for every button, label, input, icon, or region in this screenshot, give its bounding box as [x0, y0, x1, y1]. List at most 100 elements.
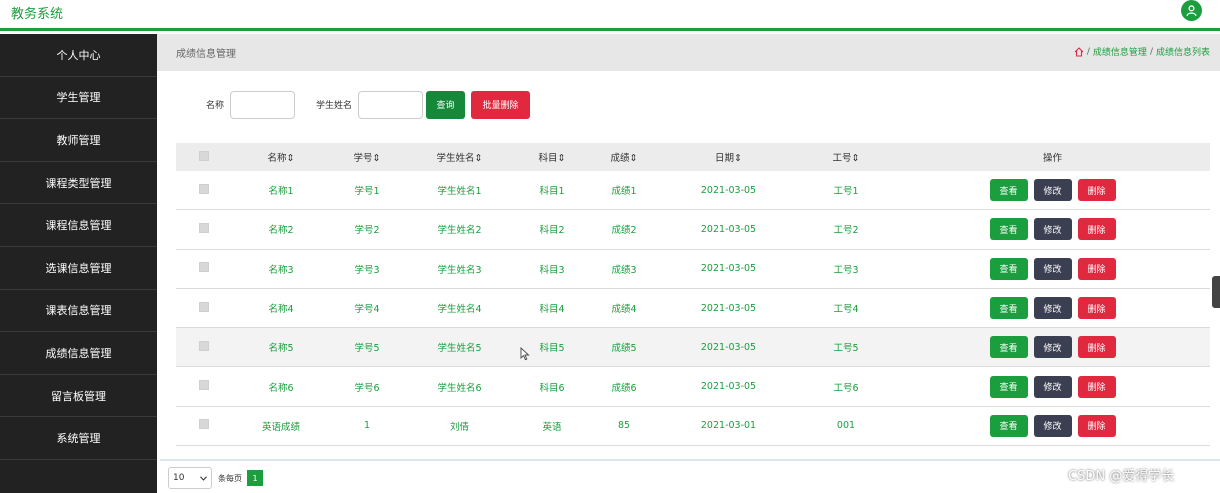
cell-date: 2021-03-05	[700, 263, 757, 275]
delete-button[interactable]: 删除	[1077, 179, 1116, 202]
sidebar-item-message-board[interactable]: 留言板管理	[0, 375, 157, 418]
cell-date: 2021-03-05	[700, 341, 757, 353]
user-icon	[1186, 5, 1197, 17]
cell-subject: 英语	[542, 421, 562, 433]
avatar[interactable]	[1181, 0, 1202, 21]
cell-score: 成绩1	[611, 186, 637, 198]
column-header-student-name[interactable]: 学生姓名⇕	[403, 150, 516, 164]
cell-student-id: 1	[363, 420, 371, 432]
breadcrumb-separator: /	[1086, 46, 1090, 57]
batch-delete-button[interactable]: 批量删除	[471, 90, 531, 119]
cell-subject: 科目3	[539, 264, 565, 276]
table-row: 名称3 学号3 学生姓名3 科目3 成绩3 2021-03-05 工号3 查看 …	[176, 249, 1210, 289]
sidebar-item-label: 课程类型管理	[45, 176, 112, 190]
row-checkbox[interactable]	[198, 340, 209, 351]
table-row: 名称1 学号1 学生姓名1 科目1 成绩1 2021-03-05 工号1 查看 …	[176, 171, 1210, 211]
sidebar-item-course-selection[interactable]: 选课信息管理	[0, 247, 157, 290]
cell-score: 成绩3	[611, 264, 637, 276]
sidebar-item-teachers[interactable]: 教师管理	[0, 119, 157, 162]
delete-button[interactable]: 删除	[1077, 375, 1116, 398]
breadcrumb-item-grades[interactable]: 成绩信息管理	[1093, 45, 1147, 58]
column-header-actions: 操作	[1042, 153, 1062, 164]
cell-student-id: 学号3	[354, 264, 380, 276]
table-row: 名称6 学号6 学生姓名6 科目6 成绩6 2021-03-05 工号6 查看 …	[176, 367, 1210, 407]
sidebar-item-timetable[interactable]: 课表信息管理	[0, 290, 157, 333]
cell-student-id: 学号5	[354, 343, 380, 355]
delete-button[interactable]: 删除	[1077, 414, 1116, 437]
cell-subject: 科目6	[539, 382, 565, 394]
edit-button[interactable]: 修改	[1033, 375, 1072, 398]
select-all-checkbox[interactable]	[198, 150, 209, 161]
name-label: 名称	[206, 101, 225, 111]
sidebar-item-label: 教师管理	[56, 133, 101, 147]
sidebar-item-personal-center[interactable]: 个人中心	[0, 34, 157, 77]
side-drawer-handle[interactable]	[1212, 276, 1220, 308]
sidebar-item-students[interactable]: 学生管理	[0, 77, 157, 120]
row-checkbox[interactable]	[198, 222, 209, 233]
cell-name: 英语成绩	[261, 421, 300, 433]
page-title: 成绩信息管理	[176, 49, 236, 60]
cell-student-name: 刘倩	[449, 421, 469, 433]
edit-button[interactable]: 修改	[1033, 297, 1072, 320]
delete-button[interactable]: 删除	[1077, 297, 1116, 320]
cell-date: 2021-03-05	[700, 223, 757, 235]
row-checkbox[interactable]	[198, 262, 209, 273]
sidebar-item-course-info[interactable]: 课程信息管理	[0, 204, 157, 247]
table-row: 名称2 学号2 学生姓名2 科目2 成绩2 2021-03-05 工号2 查看 …	[176, 210, 1210, 250]
page-number-button[interactable]: 1	[247, 470, 263, 486]
view-button[interactable]: 查看	[989, 179, 1028, 202]
edit-button[interactable]: 修改	[1033, 218, 1072, 241]
cell-student-name: 学生姓名2	[437, 225, 482, 237]
column-header-subject[interactable]: 科目⇕	[516, 150, 588, 164]
cell-student-id: 学号2	[354, 225, 380, 237]
edit-button[interactable]: 修改	[1033, 257, 1072, 280]
delete-button[interactable]: 删除	[1077, 336, 1116, 359]
cell-score: 85	[617, 420, 631, 432]
row-checkbox[interactable]	[198, 301, 209, 312]
view-button[interactable]: 查看	[989, 414, 1028, 437]
cell-teacher-id: 工号2	[833, 225, 859, 237]
column-header-date[interactable]: 日期⇕	[660, 150, 797, 164]
row-checkbox[interactable]	[198, 183, 209, 194]
breadcrumb-separator: /	[1149, 46, 1153, 57]
page-size-select[interactable]: 10	[168, 467, 212, 489]
cell-name: 名称6	[268, 382, 294, 394]
cell-student-name: 学生姓名6	[437, 382, 482, 394]
cell-score: 成绩4	[611, 304, 637, 316]
view-button[interactable]: 查看	[989, 375, 1028, 398]
chevron-down-icon	[200, 475, 207, 481]
column-header-teacher-id[interactable]: 工号⇕	[797, 150, 895, 164]
view-button[interactable]: 查看	[989, 257, 1028, 280]
cell-student-name: 学生姓名1	[437, 186, 482, 198]
edit-button[interactable]: 修改	[1033, 336, 1072, 359]
cell-date: 2021-03-05	[700, 184, 757, 196]
name-input[interactable]	[230, 90, 296, 119]
search-bar: 名称 学生姓名 查询 批量删除	[206, 90, 531, 119]
row-checkbox[interactable]	[198, 380, 209, 391]
sidebar-item-grades[interactable]: 成绩信息管理	[0, 332, 157, 375]
sidebar-item-course-types[interactable]: 课程类型管理	[0, 162, 157, 205]
edit-button[interactable]: 修改	[1033, 414, 1072, 437]
table-header: 名称⇕ 学号⇕ 学生姓名⇕ 科目⇕ 成绩⇕ 日期⇕ 工号⇕ 操作	[176, 143, 1210, 171]
query-button[interactable]: 查询	[426, 90, 466, 119]
cell-student-name: 学生姓名3	[437, 264, 482, 276]
cell-name: 名称2	[268, 225, 294, 237]
delete-button[interactable]: 删除	[1077, 218, 1116, 241]
column-header-score[interactable]: 成绩⇕	[588, 150, 660, 164]
delete-button[interactable]: 删除	[1077, 257, 1116, 280]
cell-subject: 科目4	[539, 304, 565, 316]
view-button[interactable]: 查看	[989, 218, 1028, 241]
column-header-student-id[interactable]: 学号⇕	[331, 150, 403, 164]
column-header-name[interactable]: 名称⇕	[231, 150, 331, 164]
breadcrumb-item-grade-list: 成绩信息列表	[1155, 48, 1210, 58]
view-button[interactable]: 查看	[989, 336, 1028, 359]
edit-button[interactable]: 修改	[1033, 179, 1072, 202]
sidebar-item-system[interactable]: 系统管理	[0, 417, 157, 460]
student-name-label: 学生姓名	[316, 101, 353, 111]
home-icon[interactable]	[1074, 46, 1084, 57]
student-name-input[interactable]	[358, 90, 424, 119]
view-button[interactable]: 查看	[989, 297, 1028, 320]
row-checkbox[interactable]	[198, 419, 209, 430]
grades-table: 名称⇕ 学号⇕ 学生姓名⇕ 科目⇕ 成绩⇕ 日期⇕ 工号⇕ 操作 名称1 学号1…	[176, 143, 1210, 447]
cell-score: 成绩2	[611, 225, 637, 237]
